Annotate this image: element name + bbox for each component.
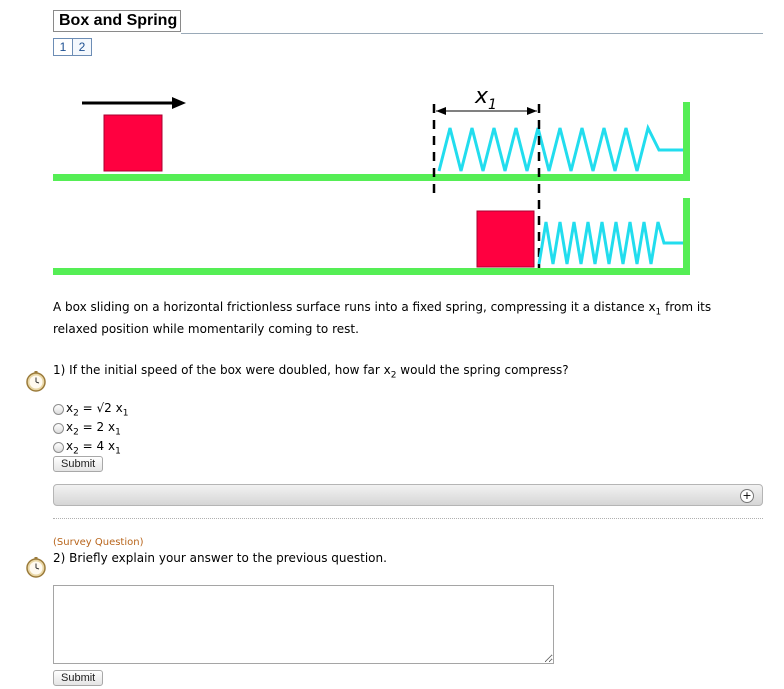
- problem-description: A box sliding on a horizontal frictionle…: [53, 300, 712, 337]
- answer-textarea[interactable]: [53, 585, 554, 664]
- box-bottom: [476, 210, 535, 268]
- choice-2x[interactable]: x2 = 2 x1: [53, 420, 121, 437]
- choice-4x[interactable]: x2 = 4 x1: [53, 439, 121, 456]
- feedback-bar[interactable]: +: [53, 484, 763, 506]
- radio-button[interactable]: [53, 442, 64, 454]
- radio-button[interactable]: [53, 404, 64, 416]
- page-tab-1[interactable]: 1: [53, 38, 73, 56]
- floor-bottom: [53, 268, 689, 275]
- velocity-arrow: [82, 97, 186, 109]
- survey-question-label: (Survey Question): [53, 537, 144, 548]
- question-2-prompt: 2) Briefly explain your answer to the pr…: [53, 551, 387, 565]
- radio-button[interactable]: [53, 423, 64, 435]
- spring-relaxed: [437, 123, 683, 172]
- question-2-submit-button[interactable]: Submit: [53, 670, 104, 686]
- choice-label: x2 = 2 x1: [66, 420, 121, 438]
- section-divider: [53, 518, 763, 519]
- spring-compressed: [537, 221, 683, 265]
- question-1-submit-button[interactable]: Submit: [53, 456, 104, 472]
- page-tab-2[interactable]: 2: [72, 38, 92, 56]
- page-tabs: 1 2: [53, 38, 92, 56]
- title-underline: [181, 33, 763, 34]
- box-top: [103, 114, 163, 172]
- wall-bottom: [683, 198, 690, 275]
- box-spring-figure: x1: [53, 85, 690, 275]
- stopwatch-icon: [25, 556, 47, 578]
- x1-label: x1: [474, 85, 497, 113]
- page-title: Box and Spring: [53, 10, 181, 32]
- plus-icon[interactable]: +: [740, 489, 754, 503]
- choice-label: x2 = √2 x1: [66, 401, 129, 419]
- floor-top: [53, 174, 689, 181]
- question-1-prompt: 1) If the initial speed of the box were …: [53, 363, 569, 381]
- wall-top: [683, 102, 690, 181]
- choice-label: x2 = 4 x1: [66, 439, 121, 457]
- stopwatch-icon: [25, 370, 47, 392]
- choice-sqrt2[interactable]: x2 = √2 x1: [53, 401, 128, 418]
